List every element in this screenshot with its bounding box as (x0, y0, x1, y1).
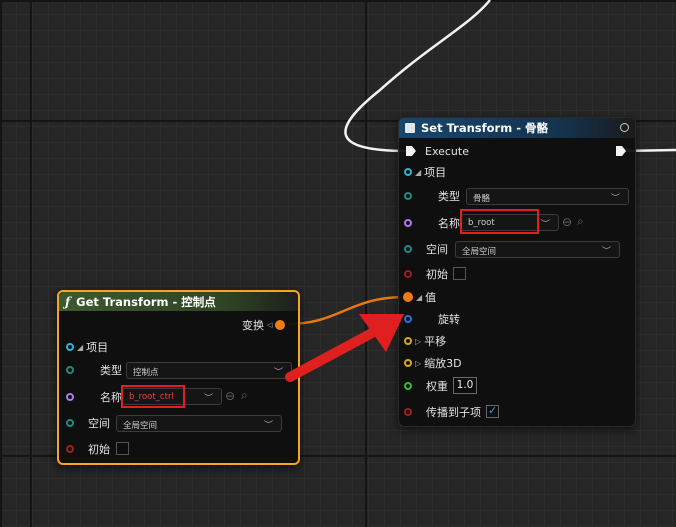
node-type-icon (405, 123, 415, 133)
exec-out-pin[interactable] (615, 145, 627, 157)
set-transform-title: Set Transform - 骨骼 (421, 121, 548, 135)
weight-input[interactable]: 1.0 (453, 377, 477, 394)
translation-row: ▷ 平移 (404, 332, 446, 350)
name-row: 名称 (404, 214, 460, 232)
transform-label: 变换 (242, 319, 264, 332)
exec-in-pin[interactable] (405, 145, 417, 157)
get-type-value: 控制点 (133, 368, 159, 378)
item-row: ◢ 项目 (404, 163, 446, 181)
propagate-label: 传播到子项 (426, 406, 481, 419)
initial-pin[interactable] (404, 270, 412, 278)
chevron-down-icon: ︶ (610, 194, 620, 204)
translation-pin[interactable] (404, 337, 412, 345)
chevron-down-icon: ︶ (601, 247, 611, 257)
type-value: 骨骼 (473, 194, 491, 204)
triangle-right-icon: ◁ (267, 321, 273, 329)
transform-wire[interactable] (287, 295, 409, 326)
name-label: 名称 (438, 217, 460, 230)
expand-item-icon[interactable]: ◢ (77, 343, 83, 352)
chevron-down-icon: ︶ (263, 421, 273, 431)
space-dropdown[interactable]: 全局空间 ︶ (455, 241, 620, 258)
get-item-label: 项目 (86, 341, 109, 354)
space-row: 空间 (404, 240, 448, 258)
browse-search-icon[interactable]: ⌕ (577, 214, 584, 229)
name-pin[interactable] (404, 219, 412, 227)
propagate-row: 传播到子项 (404, 403, 481, 421)
chevron-down-icon: ︶ (203, 394, 213, 404)
highlight-box (460, 209, 539, 234)
scale-label: 缩放3D (424, 357, 462, 370)
translation-label: 平移 (424, 335, 447, 348)
value-pin[interactable] (403, 292, 413, 302)
get-type-dropdown[interactable]: 控制点 ︶ (126, 362, 292, 379)
get-type-row: 类型 (66, 361, 122, 379)
transform-out-row: 变换 ◁ (242, 316, 286, 334)
highlight-box (121, 385, 185, 408)
get-type-pin[interactable] (66, 366, 74, 374)
get-space-pin[interactable] (66, 419, 74, 427)
propagate-pin[interactable] (404, 408, 412, 416)
get-item-row: ◢ 项目 (66, 338, 108, 356)
get-initial-checkbox[interactable] (116, 442, 129, 455)
get-space-label: 空间 (88, 417, 110, 430)
get-initial-row: 初始 (66, 440, 110, 458)
item-label: 项目 (424, 166, 447, 179)
rotation-label: 旋转 (438, 313, 460, 326)
set-transform-header[interactable]: Set Transform - 骨骼 (399, 118, 635, 138)
space-label: 空间 (426, 243, 448, 256)
expand-item-icon[interactable]: ◢ (415, 168, 421, 177)
expand-value-icon[interactable]: ◢ (416, 293, 422, 302)
get-name-pin[interactable] (66, 393, 74, 401)
initial-checkbox[interactable] (453, 267, 466, 280)
type-label: 类型 (438, 190, 460, 203)
item-pin[interactable] (404, 168, 412, 176)
use-selected-icon[interactable]: ⊖ (562, 215, 572, 229)
type-row: 类型 (404, 187, 460, 205)
get-initial-label: 初始 (88, 443, 110, 456)
get-transform-title: Get Transform - 控制点 (76, 294, 216, 309)
execute-label: Execute (425, 144, 469, 158)
collapse-icon[interactable] (620, 123, 629, 132)
get-name-label: 名称 (100, 391, 122, 404)
use-selected-icon[interactable]: ⊖ (225, 389, 235, 403)
space-pin[interactable] (404, 245, 412, 253)
initial-row: 初始 (404, 265, 448, 283)
space-value: 全局空间 (462, 247, 497, 257)
chevron-down-icon: ︶ (273, 368, 283, 378)
get-name-row: 名称 (66, 388, 122, 406)
browse-search-icon[interactable]: ⌕ (241, 388, 248, 403)
expand-scale-icon[interactable]: ▷ (415, 359, 421, 368)
rotation-pin[interactable] (404, 315, 412, 323)
get-item-pin[interactable] (66, 343, 74, 351)
get-space-value: 全局空间 (123, 421, 158, 431)
scale-row: ▷ 缩放3D (404, 354, 462, 372)
type-dropdown[interactable]: 骨骼 ︶ (466, 188, 629, 205)
get-initial-pin[interactable] (66, 445, 74, 453)
execute-row: Execute (405, 142, 469, 160)
checkmark-icon: ✓ (488, 404, 498, 417)
type-pin[interactable] (404, 192, 412, 200)
get-space-dropdown[interactable]: 全局空间 ︶ (116, 415, 282, 432)
get-type-label: 类型 (100, 364, 122, 377)
get-space-row: 空间 (66, 414, 110, 432)
weight-label: 权重 (426, 380, 448, 393)
propagate-checkbox[interactable]: ✓ (486, 404, 499, 418)
function-icon: ƒ (65, 294, 71, 309)
get-transform-header[interactable]: ƒ Get Transform - 控制点 (59, 292, 298, 311)
expand-translation-icon[interactable]: ▷ (415, 337, 421, 346)
scale-pin[interactable] (404, 359, 412, 367)
value-label: 值 (425, 291, 437, 304)
transform-out-pin[interactable] (275, 320, 286, 330)
rotation-row: 旋转 (404, 310, 460, 328)
weight-pin[interactable] (404, 382, 412, 390)
chevron-down-icon: ︶ (540, 220, 550, 230)
weight-row: 权重 (404, 377, 448, 395)
initial-label: 初始 (426, 268, 448, 281)
value-row: ◢ 值 (403, 288, 436, 306)
